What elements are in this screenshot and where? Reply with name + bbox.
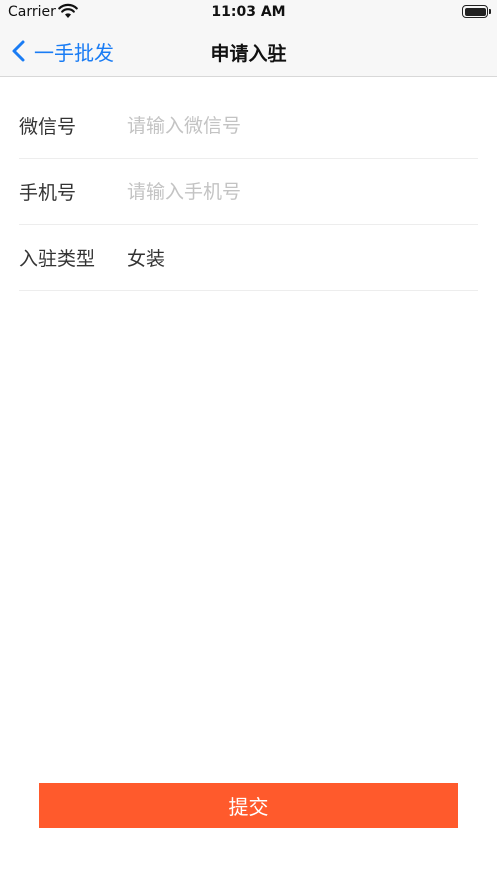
phone-row: 手机号 (19, 159, 478, 225)
status-bar: Carrier 11:03 AM (0, 0, 497, 26)
submit-button[interactable]: 提交 (39, 783, 458, 828)
battery-icon (462, 5, 491, 18)
type-value[interactable]: 女装 (127, 244, 165, 271)
phone-label: 手机号 (19, 182, 77, 204)
wechat-input[interactable] (127, 114, 478, 137)
status-time: 11:03 AM (211, 4, 286, 20)
page-title: 申请入驻 (210, 43, 287, 65)
type-row[interactable]: 入驻类型 女装 (19, 225, 478, 291)
wechat-row: 微信号 (19, 93, 478, 159)
phone-input[interactable] (127, 180, 478, 203)
apply-form: 微信号 手机号 入驻类型 女装 (19, 93, 478, 291)
wechat-label: 微信号 (19, 116, 77, 138)
navigation-bar: 一手批发 申请入驻 (0, 26, 497, 77)
type-label: 入驻类型 (19, 248, 96, 270)
